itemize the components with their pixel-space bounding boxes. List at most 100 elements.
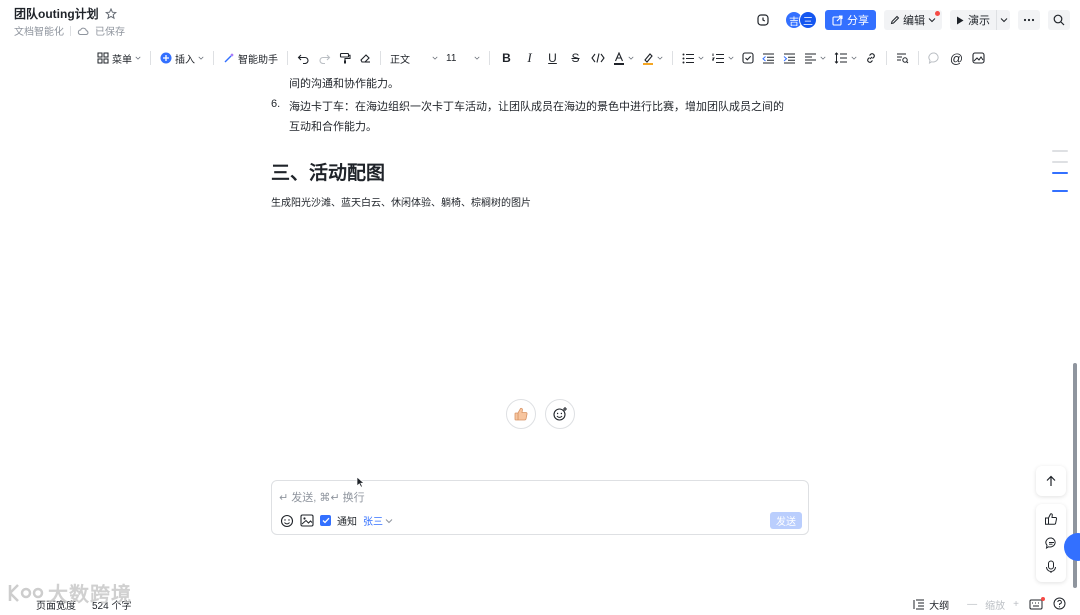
font-size-select[interactable]: 11 xyxy=(442,47,484,69)
ordered-list-icon xyxy=(712,53,724,63)
present-button[interactable]: 演示 xyxy=(950,10,996,30)
list-item-text[interactable]: 间的沟通和协作能力。 xyxy=(289,75,399,91)
share-icon xyxy=(832,14,843,26)
image-icon[interactable] xyxy=(300,514,314,527)
undo-icon xyxy=(297,54,309,64)
format-painter-button[interactable] xyxy=(335,47,355,69)
avatar[interactable]: 三 xyxy=(799,11,817,29)
history-icon[interactable] xyxy=(753,10,773,30)
underline-icon: U xyxy=(548,51,557,65)
comment-input[interactable]: ↵ 发送, ⌘↵ 换行 xyxy=(279,489,365,505)
add-reaction-button[interactable] xyxy=(545,399,575,429)
chevron-down-icon xyxy=(657,56,663,60)
line-spacing-button[interactable] xyxy=(830,47,861,69)
code-button[interactable] xyxy=(587,47,609,69)
ai-assistant-button[interactable]: 智能助手 xyxy=(219,47,282,69)
thumbs-up-icon xyxy=(514,407,528,421)
play-icon xyxy=(957,16,964,24)
task-list-button[interactable] xyxy=(738,47,758,69)
comments-button[interactable] xyxy=(1038,532,1064,554)
present-dropdown[interactable] xyxy=(996,10,1010,30)
bullet-list-button[interactable] xyxy=(678,47,708,69)
divider xyxy=(380,51,381,65)
paragraph[interactable]: 生成阳光沙滩、蓝天白云、休闲体验、躺椅、棕榈树的图片 xyxy=(271,194,531,209)
line-spacing-icon xyxy=(834,52,847,64)
chevron-down-icon xyxy=(432,56,438,60)
insert-button[interactable]: 插入 xyxy=(156,47,208,69)
send-button[interactable]: 发送 xyxy=(770,512,802,529)
zoom-control: — 缩放 + xyxy=(967,597,1019,612)
find-replace-button[interactable] xyxy=(892,47,913,69)
divider xyxy=(672,51,673,65)
collaborator-avatars[interactable]: 吉 三 xyxy=(785,11,817,29)
more-icon xyxy=(1023,18,1035,22)
edit-mode-button[interactable]: 编辑 xyxy=(884,10,942,30)
divider xyxy=(213,51,214,65)
redo-button[interactable] xyxy=(314,47,335,69)
help-button[interactable] xyxy=(1053,597,1066,613)
undo-button[interactable] xyxy=(293,47,314,69)
list-item-text[interactable]: 互动和合作能力。 xyxy=(289,118,377,134)
link-icon xyxy=(867,53,875,63)
mention-select[interactable]: 张三 xyxy=(363,513,393,528)
grid-icon xyxy=(97,52,109,64)
link-button[interactable] xyxy=(861,47,881,69)
voice-button[interactable] xyxy=(1038,556,1064,578)
indent-button[interactable] xyxy=(779,47,800,69)
outline-marker[interactable] xyxy=(1052,150,1068,152)
chevron-down-icon xyxy=(198,56,204,60)
list-item-text[interactable]: 海边卡丁车：在海边组织一次卡丁车活动，让团队成员在海边的景色中进行比赛，增加团队… xyxy=(289,98,784,114)
zoom-out-button[interactable]: — xyxy=(967,599,977,610)
paint-brush-icon xyxy=(339,52,351,64)
search-icon xyxy=(1053,14,1065,26)
comment-box[interactable]: ↵ 发送, ⌘↵ 换行 通知 张三 发送 xyxy=(271,480,809,535)
outline-marker-active[interactable] xyxy=(1052,172,1068,174)
emoji-icon[interactable] xyxy=(280,514,294,528)
menu-button[interactable]: 菜单 xyxy=(93,47,145,69)
bold-button[interactable]: B xyxy=(495,47,518,69)
microphone-icon xyxy=(1046,560,1056,573)
text-color-button[interactable] xyxy=(609,47,638,69)
zoom-in-button[interactable]: + xyxy=(1013,599,1019,610)
eraser-icon xyxy=(360,54,370,63)
back-to-top-button[interactable] xyxy=(1036,466,1066,496)
at-icon: @ xyxy=(949,50,964,66)
chevron-down-icon xyxy=(474,56,480,60)
format-toolbar: 菜单 插入 智能助手 正文 11 B I U S @ xyxy=(0,46,1080,70)
divider xyxy=(150,51,151,65)
section-heading[interactable]: 三、活动配图 xyxy=(271,158,385,185)
strikethrough-button[interactable]: S xyxy=(564,47,587,69)
divider xyxy=(287,51,288,65)
help-icon xyxy=(1053,597,1066,609)
align-button[interactable] xyxy=(800,47,830,69)
search-button[interactable] xyxy=(1048,10,1070,30)
mention-button[interactable]: @ xyxy=(945,47,968,69)
cloud-icon xyxy=(77,27,89,35)
star-icon[interactable] xyxy=(104,7,117,20)
shortcut-button[interactable] xyxy=(1029,597,1045,610)
clear-format-button[interactable] xyxy=(355,47,375,69)
italic-button[interactable]: I xyxy=(518,47,541,69)
text-style-select[interactable]: 正文 xyxy=(386,47,442,69)
indent-icon xyxy=(783,53,795,63)
doc-title[interactable]: 团队outing计划 xyxy=(14,5,99,22)
underline-button[interactable]: U xyxy=(541,47,564,69)
zoom-label: 缩放 xyxy=(985,601,1006,612)
image-button[interactable] xyxy=(968,47,989,69)
share-button[interactable]: 分享 xyxy=(825,10,876,30)
like-reaction-button[interactable] xyxy=(506,399,536,429)
comment-button[interactable] xyxy=(924,47,945,69)
outline-toggle[interactable]: 大纲 xyxy=(913,597,949,612)
outdent-button[interactable] xyxy=(758,47,779,69)
chevron-down-icon xyxy=(628,56,634,60)
outline-marker[interactable] xyxy=(1052,161,1068,163)
chevron-down-icon xyxy=(385,518,393,523)
more-button[interactable] xyxy=(1018,10,1040,30)
notify-checkbox[interactable] xyxy=(320,515,331,526)
highlight-button[interactable] xyxy=(638,47,667,69)
ordered-list-button[interactable] xyxy=(708,47,738,69)
outline-marker-active[interactable] xyxy=(1052,190,1068,192)
like-button[interactable] xyxy=(1038,508,1064,530)
chevron-down-icon xyxy=(928,18,936,23)
font-size-value: 11 xyxy=(446,52,457,64)
